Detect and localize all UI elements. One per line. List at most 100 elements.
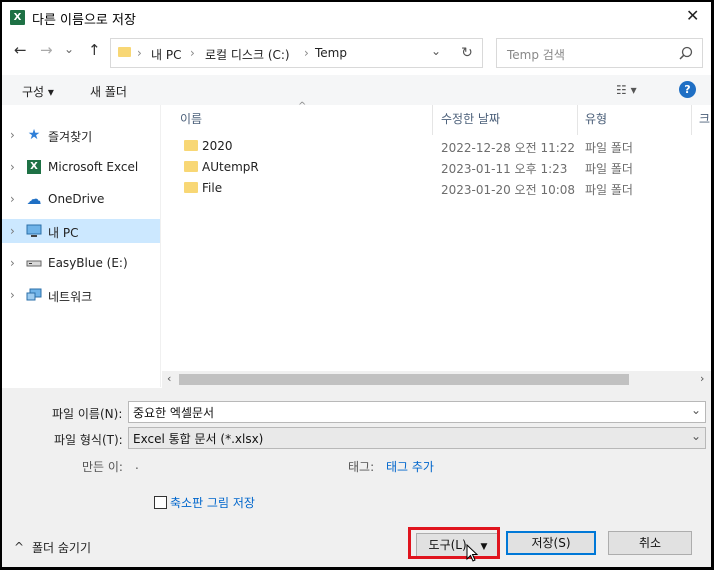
file-type: 파일 폴더 (585, 183, 633, 197)
chevron-down-icon[interactable]: ⌄ (431, 44, 441, 58)
sidebar-item-favorites[interactable]: › ★ 즐겨찾기 (2, 123, 160, 147)
drive-icon (26, 256, 42, 270)
sidebar-item-my-pc[interactable]: › 내 PC (2, 219, 160, 243)
chevron-right-icon[interactable]: › (10, 256, 15, 270)
computer-icon (26, 224, 42, 238)
file-row[interactable]: AUtempR 2023-01-11 오후 1:23 파일 폴더 (162, 157, 711, 178)
file-date: 2023-01-20 오전 10:08 (441, 183, 576, 197)
scroll-right-icon[interactable]: › (700, 372, 704, 385)
horizontal-scrollbar[interactable]: ‹ › (162, 371, 711, 388)
chevron-down-icon[interactable]: ⌄ (691, 429, 701, 443)
filename-label: 파일 이름(N): (52, 407, 123, 421)
thumbnail-label[interactable]: 축소판 그림 저장 (170, 494, 255, 511)
new-folder-button[interactable]: 새 폴더 (90, 83, 127, 100)
chevron-right-icon[interactable]: › (10, 160, 15, 174)
file-name: File (202, 181, 223, 195)
file-type: 파일 폴더 (585, 162, 633, 176)
folder-icon (184, 140, 198, 151)
breadcrumb-separator: › (190, 46, 195, 60)
chevron-right-icon[interactable]: › (10, 288, 15, 302)
excel-icon: X (10, 10, 25, 25)
window-title: 다른 이름으로 저장 (32, 13, 136, 28)
mouse-cursor-icon (466, 544, 479, 562)
thumbnail-checkbox[interactable] (154, 496, 167, 509)
save-button[interactable]: 저장(S) (506, 531, 596, 555)
tags-label: 태그: (348, 460, 375, 474)
column-divider[interactable] (432, 105, 433, 135)
sidebar-item-label: 내 PC (48, 226, 79, 240)
organize-button[interactable]: 구성 ▾ (22, 83, 54, 100)
address-bar[interactable]: › 내 PC › 로컬 디스크 (C:) › Temp ⌄ (110, 38, 454, 68)
network-icon (26, 288, 42, 302)
breadcrumb-temp[interactable]: Temp (315, 46, 347, 60)
star-icon: ★ (27, 127, 41, 143)
sidebar-item-label: 네트워크 (48, 290, 93, 304)
back-icon[interactable]: ← (14, 41, 27, 59)
column-header-type[interactable]: 유형 (585, 110, 607, 127)
search-icon (679, 46, 693, 60)
file-name: AUtempR (202, 160, 259, 174)
breadcrumb-separator: › (137, 46, 142, 60)
pane-divider[interactable] (160, 105, 161, 387)
up-icon[interactable]: ↑ (88, 41, 101, 59)
column-header-name[interactable]: 이름 (180, 110, 202, 127)
command-bar: 구성 ▾ 새 폴더 ☷ ▾ ? (2, 75, 711, 105)
title-bar: X 다른 이름으로 저장 ✕ (2, 2, 711, 32)
author-value[interactable]: . (135, 458, 139, 472)
folder-icon (184, 161, 198, 172)
scrollbar-thumb[interactable] (179, 374, 629, 385)
file-row[interactable]: 2020 2022-12-28 오전 11:22 파일 폴더 (162, 136, 711, 157)
sidebar-item-label: 즐겨찾기 (48, 130, 93, 144)
column-divider[interactable] (691, 105, 692, 135)
filetype-value: Excel 통합 문서 (*.xlsx) (133, 432, 264, 446)
chevron-right-icon[interactable]: › (10, 224, 15, 238)
filetype-label: 파일 형식(T): (54, 433, 123, 447)
tags-value[interactable]: 태그 추가 (386, 458, 434, 475)
file-type: 파일 폴더 (585, 141, 633, 155)
chevron-right-icon[interactable]: › (10, 192, 15, 206)
breadcrumb-local-disk[interactable]: 로컬 디스크 (C:) (205, 46, 290, 63)
file-name: 2020 (202, 139, 233, 153)
chevron-right-icon[interactable]: › (10, 128, 15, 142)
highlight-box (408, 527, 500, 559)
close-icon[interactable]: ✕ (686, 6, 699, 25)
sort-up-icon: ^ (298, 101, 307, 112)
sidebar-item-label: OneDrive (48, 192, 105, 206)
filetype-select[interactable]: Excel 통합 문서 (*.xlsx) ⌄ (128, 427, 706, 449)
breadcrumb-my-pc[interactable]: 내 PC (151, 46, 181, 63)
column-header-size[interactable]: 크 (699, 110, 710, 127)
excel-icon: X (27, 160, 41, 174)
scroll-left-icon[interactable]: ‹ (167, 372, 171, 385)
search-box[interactable]: Temp 검색 (496, 38, 703, 68)
breadcrumb-separator: › (304, 46, 309, 60)
refresh-button[interactable]: ↻ (452, 38, 483, 68)
save-as-dialog: X 다른 이름으로 저장 ✕ ← → ⌄ ↑ › 내 PC › 로컬 디스크 (… (2, 2, 711, 567)
help-icon[interactable]: ? (679, 81, 696, 98)
folder-icon (184, 182, 198, 193)
cloud-icon: ☁ (26, 190, 42, 208)
cancel-button[interactable]: 취소 (608, 531, 692, 555)
sidebar-item-microsoft-excel[interactable]: › X Microsoft Excel (2, 155, 160, 179)
file-date: 2023-01-11 오후 1:23 (441, 162, 568, 176)
sidebar-item-label: EasyBlue (E:) (48, 256, 128, 270)
chevron-up-icon[interactable]: ^ (14, 540, 24, 554)
recent-locations-icon[interactable]: ⌄ (64, 42, 74, 56)
search-input[interactable]: Temp 검색 (507, 46, 565, 63)
sidebar-item-label: Microsoft Excel (48, 160, 139, 174)
hide-folders-button[interactable]: 폴더 숨기기 (32, 539, 91, 556)
column-header-date[interactable]: 수정한 날짜 (441, 110, 500, 127)
column-divider[interactable] (577, 105, 578, 135)
file-row[interactable]: File 2023-01-20 오전 10:08 파일 폴더 (162, 178, 711, 199)
chevron-down-icon[interactable]: ⌄ (691, 403, 701, 417)
filename-value: 중요한 엑셀문서 (133, 406, 215, 420)
forward-icon[interactable]: → (40, 41, 53, 59)
sidebar-item-network[interactable]: › 네트워크 (2, 283, 160, 307)
filename-input[interactable]: 중요한 엑셀문서 ⌄ (128, 401, 706, 423)
file-date: 2022-12-28 오전 11:22 (441, 141, 576, 155)
author-label: 만든 이: (82, 460, 123, 474)
sidebar-item-onedrive[interactable]: › ☁ OneDrive (2, 187, 160, 211)
folder-icon (118, 47, 131, 57)
sidebar-item-easyblue[interactable]: › EasyBlue (E:) (2, 251, 160, 275)
navigation-pane: › ★ 즐겨찾기 › X Microsoft Excel › ☁ OneDriv… (2, 105, 160, 387)
view-options-button[interactable]: ☷ ▾ (616, 83, 637, 97)
